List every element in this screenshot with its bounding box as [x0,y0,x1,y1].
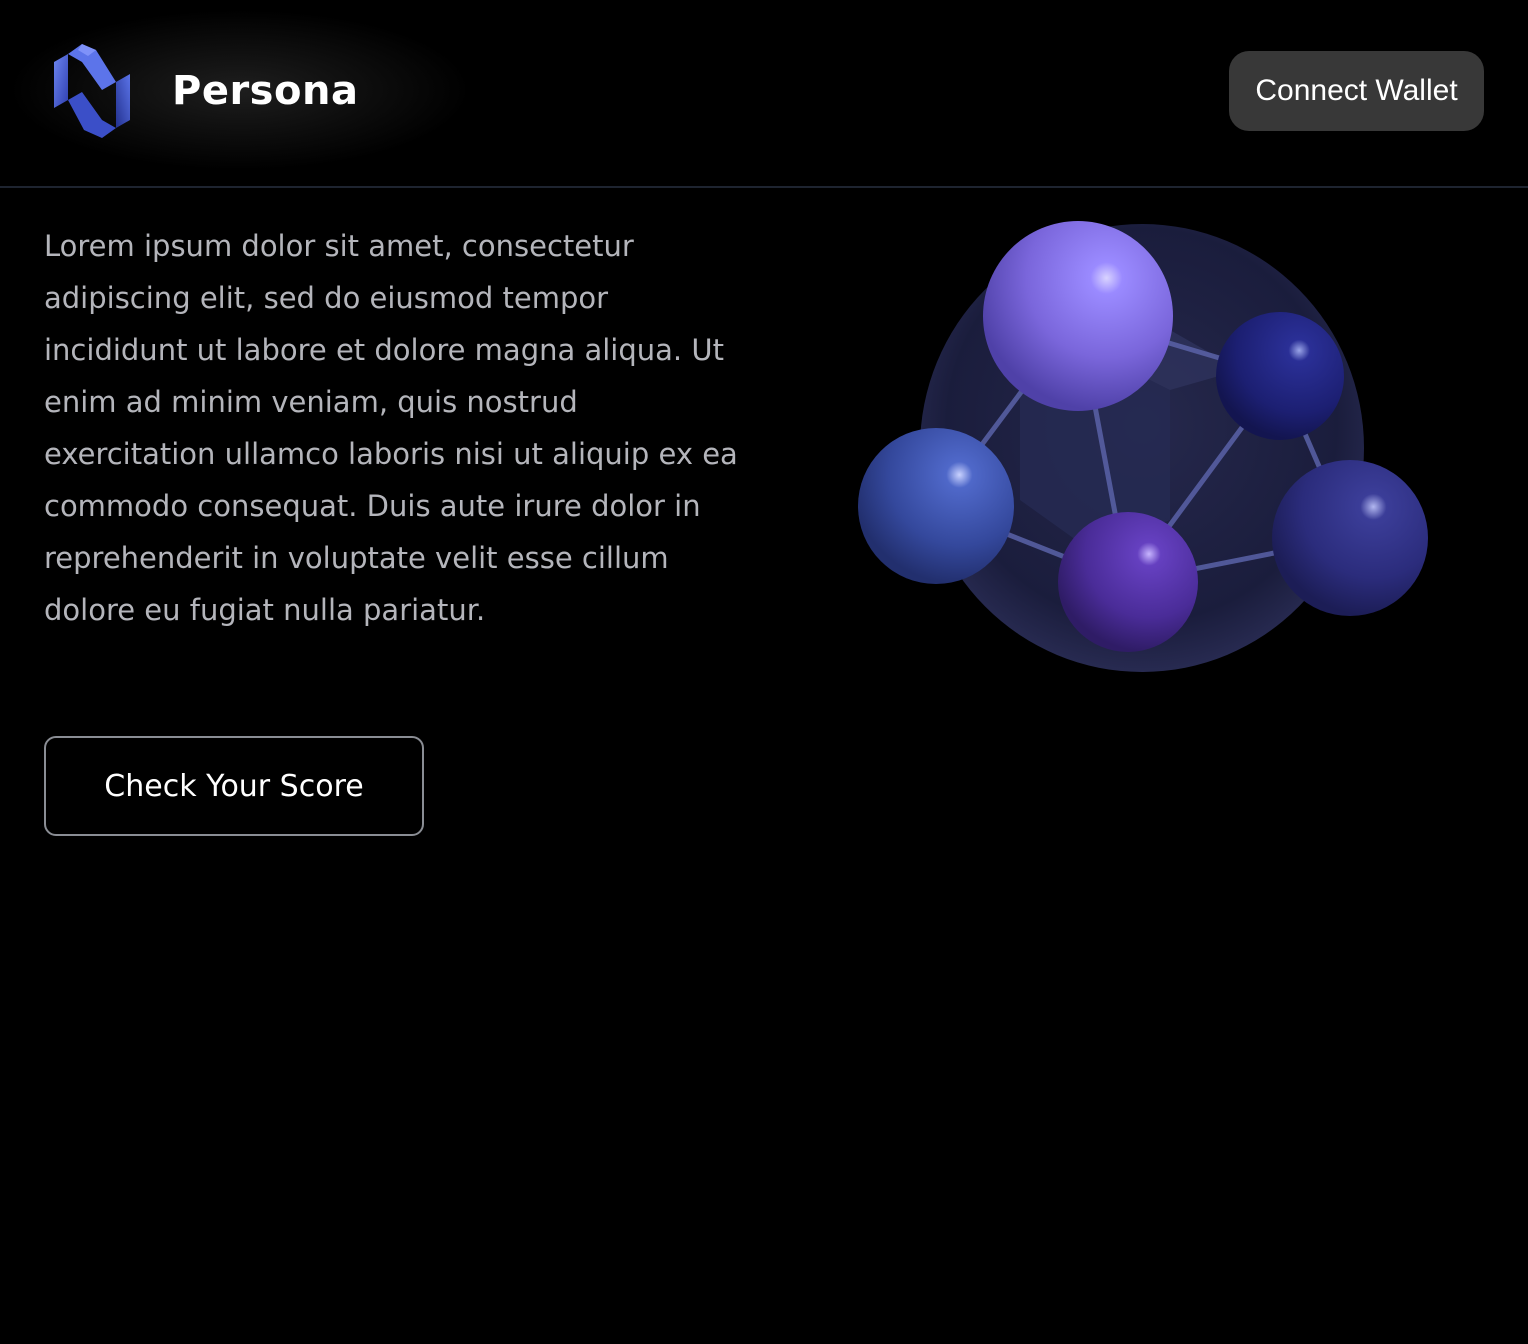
hero-description: Lorem ipsum dolor sit amet, consectetur … [44,229,738,627]
top-navbar: Persona Connect Wallet [0,0,1528,188]
brand-name: Persona [172,68,359,114]
connect-wallet-button[interactable]: Connect Wallet [1229,51,1484,131]
check-score-button[interactable]: Check Your Score [44,736,424,836]
page: Persona Connect Wallet Lorem ipsum dolor… [0,0,1528,1344]
persona-logo-icon[interactable] [44,42,140,140]
molecule-illustration [858,221,1428,672]
